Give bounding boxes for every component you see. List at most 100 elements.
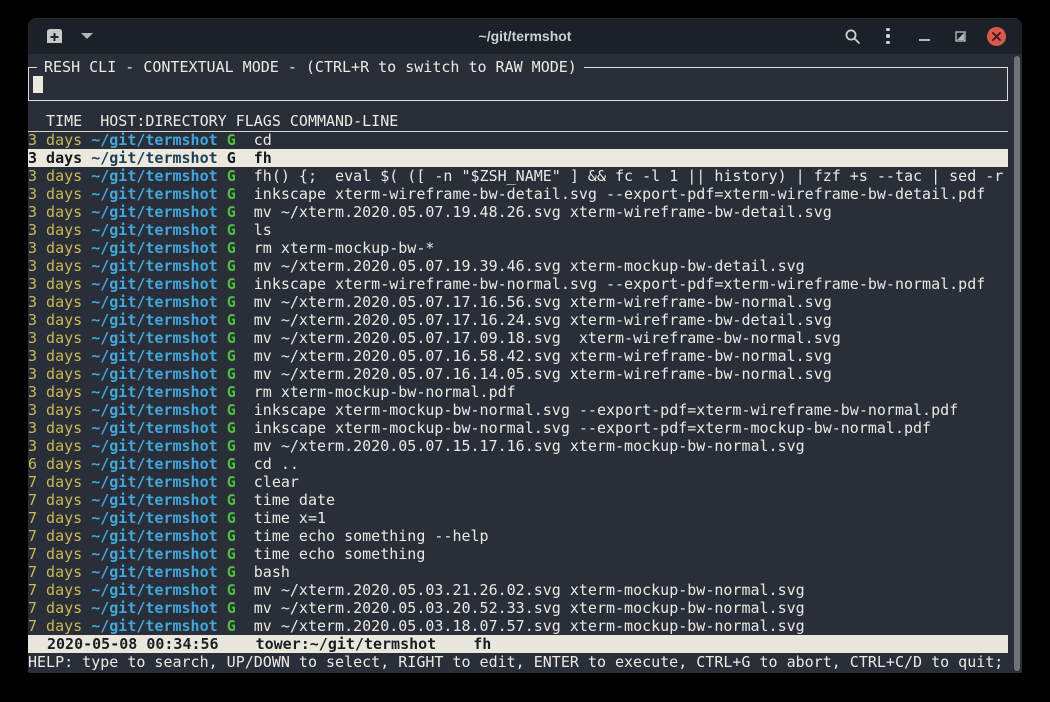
row-flag: G [227,617,236,635]
row-host: ~/git/termshot [91,563,217,581]
row-time: 3 days [28,221,82,239]
row-flag: G [227,437,236,455]
search-button[interactable] [838,22,866,50]
row-flag: G [227,185,236,203]
history-row[interactable]: 3 days ~/git/termshot G mv ~/xterm.2020.… [28,257,1008,275]
history-row[interactable]: 3 days ~/git/termshot G ls [28,221,1008,239]
status-datetime: 2020-05-08 00:34:56 [47,635,219,653]
history-row[interactable]: 3 days ~/git/termshot G inkscape xterm-m… [28,401,1008,419]
row-command: cd [254,131,272,149]
history-row[interactable]: 3 days ~/git/termshot G inkscape xterm-m… [28,419,1008,437]
history-row[interactable]: 3 days ~/git/termshot G mv ~/xterm.2020.… [28,311,1008,329]
row-command: mv ~/xterm.2020.05.07.17.16.24.svg xterm… [254,311,832,329]
row-flag: G [227,581,236,599]
close-button[interactable] [982,22,1010,50]
history-row[interactable]: 3 days ~/git/termshot G inkscape xterm-w… [28,185,1008,203]
row-flag: G [227,329,236,347]
row-command: inkscape xterm-mockup-bw-normal.svg --ex… [254,401,958,419]
row-host: ~/git/termshot [91,257,217,275]
history-row[interactable]: 3 days ~/git/termshot G fh() {; eval $( … [28,167,1008,185]
row-time: 3 days [28,329,82,347]
history-row[interactable]: 3 days ~/git/termshot G mv ~/xterm.2020.… [28,203,1008,221]
row-time: 3 days [28,293,82,311]
history-row[interactable]: 7 days ~/git/termshot G mv ~/xterm.2020.… [28,599,1008,617]
history-row[interactable]: 3 days ~/git/termshot G cd [28,131,1008,149]
history-row[interactable]: 7 days ~/git/termshot G time echo someth… [28,545,1008,563]
row-command: rm xterm-mockup-bw-normal.pdf [254,383,516,401]
row-flag: G [227,527,236,545]
terminal-window: ~/git/termshot [28,18,1022,673]
history-row[interactable]: 3 days ~/git/termshot G mv ~/xterm.2020.… [28,329,1008,347]
history-row[interactable]: 7 days ~/git/termshot G time echo someth… [28,527,1008,545]
row-command: mv ~/xterm.2020.05.03.20.52.33.svg xterm… [254,599,805,617]
history-row[interactable]: 6 days ~/git/termshot G cd .. [28,455,1008,473]
chevron-down-icon[interactable] [81,33,93,39]
search-icon [844,28,861,45]
row-flag: G [227,545,236,563]
history-row[interactable]: 3 days ~/git/termshot G inkscape xterm-w… [28,275,1008,293]
status-query: fh [473,635,491,653]
menu-button[interactable] [874,22,902,50]
row-time: 3 days [28,419,82,437]
row-command: mv ~/xterm.2020.05.07.17.16.56.svg xterm… [254,293,832,311]
row-flag: G [227,473,236,491]
history-row[interactable]: 3 days ~/git/termshot G rm xterm-mockup-… [28,383,1008,401]
row-host: ~/git/termshot [91,599,217,617]
row-time: 3 days [28,185,82,203]
history-row[interactable]: 7 days ~/git/termshot G clear [28,473,1008,491]
desktop: { "window": { "title": "~/git/termshot",… [0,0,1050,702]
row-flag: G [227,509,236,527]
kebab-menu-icon [886,28,890,45]
history-row[interactable]: 3 days ~/git/termshot G mv ~/xterm.2020.… [28,347,1008,365]
row-flag: G [227,131,236,149]
row-host: ~/git/termshot [91,473,217,491]
row-time: 7 days [28,491,82,509]
history-row[interactable]: 7 days ~/git/termshot G mv ~/xterm.2020.… [28,617,1008,635]
row-host: ~/git/termshot [91,185,217,203]
row-time: 7 days [28,599,82,617]
row-host: ~/git/termshot [91,131,217,149]
row-command: mv ~/xterm.2020.05.07.15.17.16.svg xterm… [254,437,805,455]
new-tab-button[interactable] [43,26,65,46]
row-command: mv ~/xterm.2020.05.07.16.58.42.svg xterm… [254,347,832,365]
history-row[interactable]: 3 days ~/git/termshot G fh [28,149,1008,167]
row-command: fh [254,149,272,167]
terminal-screen[interactable]: RESH CLI - CONTEXTUAL MODE - (CTRL+R to … [28,54,1022,673]
row-time: 3 days [28,203,82,221]
new-tab-icon [45,28,64,44]
history-row[interactable]: 3 days ~/git/termshot G mv ~/xterm.2020.… [28,365,1008,383]
row-host: ~/git/termshot [91,401,217,419]
row-command: mv ~/xterm.2020.05.07.17.09.18.svg xterm… [254,329,841,347]
history-row[interactable]: 7 days ~/git/termshot G mv ~/xterm.2020.… [28,581,1008,599]
row-command: mv ~/xterm.2020.05.07.19.48.26.svg xterm… [254,203,832,221]
row-command: mv ~/xterm.2020.05.03.21.26.02.svg xterm… [254,581,805,599]
row-flag: G [227,455,236,473]
row-flag: G [227,239,236,257]
row-flag: G [227,257,236,275]
row-host: ~/git/termshot [91,203,217,221]
minimize-button[interactable] [910,22,938,50]
row-time: 6 days [28,455,82,473]
row-host: ~/git/termshot [91,437,217,455]
row-time: 7 days [28,581,82,599]
row-host: ~/git/termshot [91,383,217,401]
terminal-scrollbar[interactable] [1014,56,1020,671]
row-time: 3 days [28,347,82,365]
search-input-box[interactable]: RESH CLI - CONTEXTUAL MODE - (CTRL+R to … [28,67,1008,101]
row-host: ~/git/termshot [91,581,217,599]
row-flag: G [227,383,236,401]
history-row[interactable]: 7 days ~/git/termshot G bash [28,563,1008,581]
history-row[interactable]: 7 days ~/git/termshot G time x=1 [28,509,1008,527]
row-command: time echo something --help [254,527,489,545]
row-host: ~/git/termshot [91,275,217,293]
row-host: ~/git/termshot [91,617,217,635]
search-box-title: RESH CLI - CONTEXTUAL MODE - (CTRL+R to … [37,58,584,76]
row-time: 3 days [28,239,82,257]
history-row[interactable]: 3 days ~/git/termshot G mv ~/xterm.2020.… [28,437,1008,455]
row-command: time date [254,491,335,509]
row-command: time echo something [254,545,426,563]
restore-button[interactable] [946,22,974,50]
history-row[interactable]: 3 days ~/git/termshot G mv ~/xterm.2020.… [28,293,1008,311]
history-row[interactable]: 3 days ~/git/termshot G rm xterm-mockup-… [28,239,1008,257]
history-row[interactable]: 7 days ~/git/termshot G time date [28,491,1008,509]
